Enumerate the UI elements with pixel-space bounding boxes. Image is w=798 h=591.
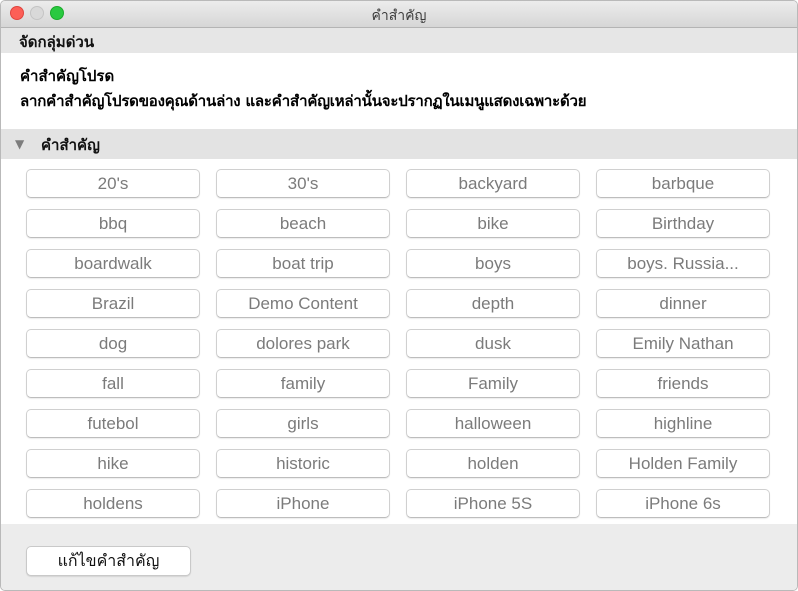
keyword-button[interactable]: iPhone 6s — [596, 489, 770, 518]
keyword-button[interactable]: holden — [406, 449, 580, 478]
disclosure-triangle-icon[interactable]: ▼ — [15, 137, 24, 151]
keyword-button[interactable]: 30's — [216, 169, 390, 198]
keyword-button[interactable]: dog — [26, 329, 200, 358]
keyword-button[interactable]: friends — [596, 369, 770, 398]
keyword-button[interactable]: boys — [406, 249, 580, 278]
keyword-button[interactable]: iPhone 5S — [406, 489, 580, 518]
keyword-button[interactable]: hike — [26, 449, 200, 478]
quick-group-label: จัดกลุ่มด่วน — [19, 33, 95, 51]
keywords-window: คำสำคัญ จัดกลุ่มด่วน คำสำคัญโปรด ลากคำสำ… — [0, 0, 798, 591]
window-title: คำสำคัญ — [371, 8, 427, 24]
keyword-button[interactable]: highline — [596, 409, 770, 438]
keyword-button[interactable]: backyard — [406, 169, 580, 198]
keywords-section-label: คำสำคัญ — [41, 136, 100, 154]
keyword-button[interactable]: depth — [406, 289, 580, 318]
keyword-button[interactable]: family — [216, 369, 390, 398]
keyword-button[interactable]: futebol — [26, 409, 200, 438]
keywords-grid: 20's 30's backyard barbque bbq beach bike Birth… — [1, 159, 797, 524]
edit-keywords-button[interactable]: แก้ไขคำสำคัญ — [26, 546, 191, 576]
keyword-button[interactable]: fall — [26, 369, 200, 398]
favorites-section: คำสำคัญโปรด ลากคำสำคัญโปรดของคุณด้านล่าง… — [1, 53, 797, 129]
keyword-button[interactable]: Demo Content — [216, 289, 390, 318]
keyword-button[interactable]: beach — [216, 209, 390, 238]
keyword-button[interactable]: barbque — [596, 169, 770, 198]
keyword-button[interactable]: iPhone — [216, 489, 390, 518]
keyword-button[interactable]: 20's — [26, 169, 200, 198]
keyword-button[interactable]: Birthday — [596, 209, 770, 238]
quick-group-header: จัดกลุ่มด่วน — [1, 28, 797, 53]
keyword-button[interactable]: halloween — [406, 409, 580, 438]
keyword-button[interactable]: historic — [216, 449, 390, 478]
keyword-button[interactable]: boat trip — [216, 249, 390, 278]
keyword-button[interactable]: boys. Russia... — [596, 249, 770, 278]
keyword-button[interactable]: Holden Family — [596, 449, 770, 478]
favorites-description: ลากคำสำคัญโปรดของคุณด้านล่าง และคำสำคัญเ… — [20, 92, 587, 110]
keywords-section-header[interactable]: ▼ คำสำคัญ — [1, 129, 797, 159]
keyword-button[interactable]: Emily Nathan — [596, 329, 770, 358]
keyword-button[interactable]: boardwalk — [26, 249, 200, 278]
keyword-button[interactable]: girls — [216, 409, 390, 438]
title-bar[interactable]: คำสำคัญ — [1, 1, 797, 28]
keyword-button[interactable]: dolores park — [216, 329, 390, 358]
keyword-button[interactable]: Family — [406, 369, 580, 398]
keyword-button[interactable]: holdens — [26, 489, 200, 518]
keyword-button[interactable]: dinner — [596, 289, 770, 318]
favorites-title: คำสำคัญโปรด — [20, 67, 115, 85]
keyword-button[interactable]: bike — [406, 209, 580, 238]
keyword-button[interactable]: Brazil — [26, 289, 200, 318]
keyword-button[interactable]: dusk — [406, 329, 580, 358]
keyword-button[interactable]: bbq — [26, 209, 200, 238]
footer: แก้ไขคำสำคัญ — [1, 524, 797, 590]
